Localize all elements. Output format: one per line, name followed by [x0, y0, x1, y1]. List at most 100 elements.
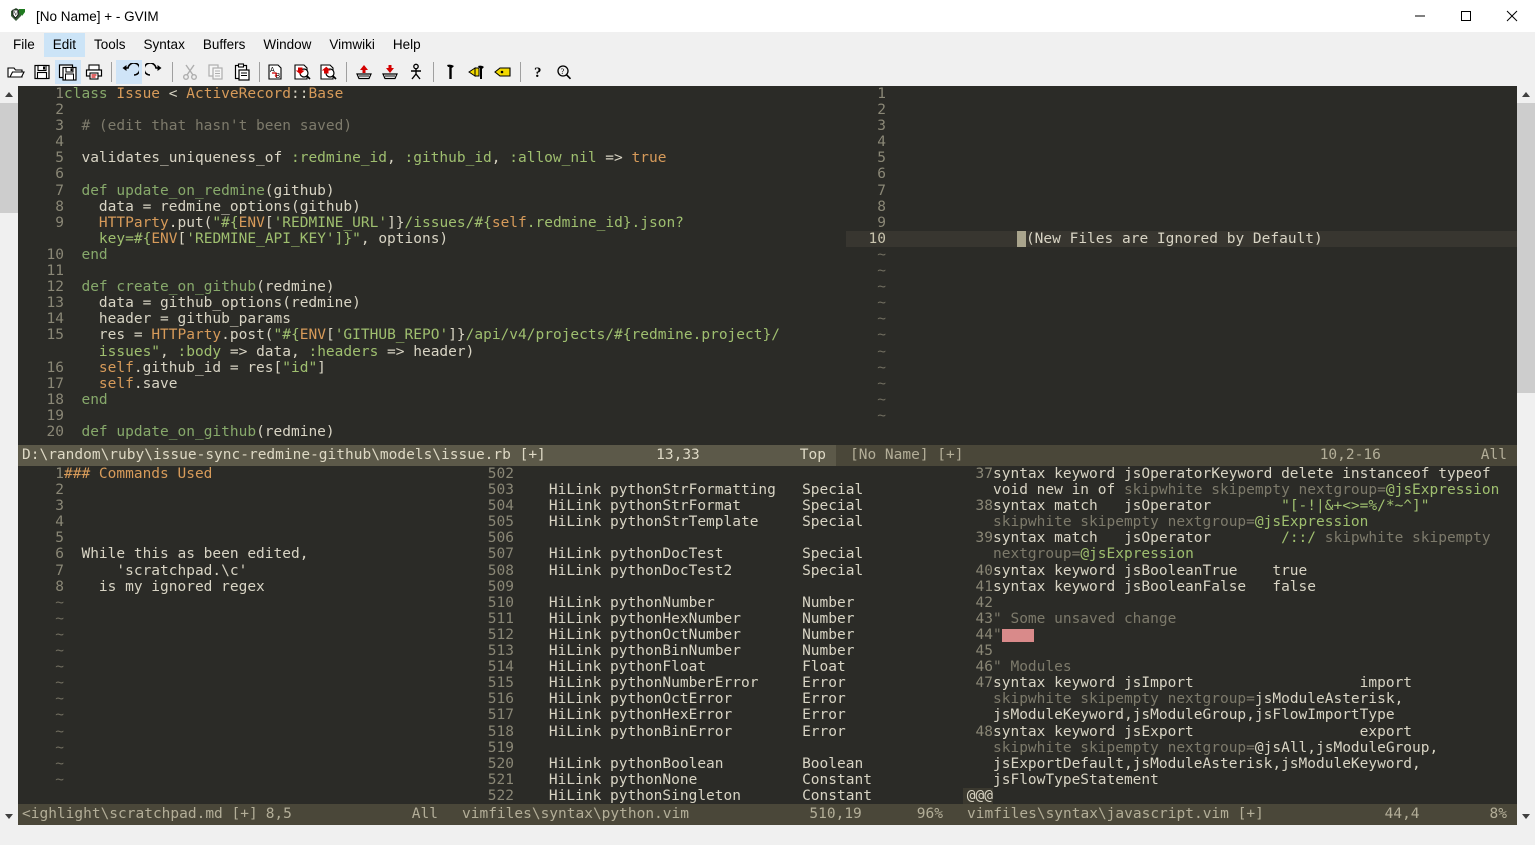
scrollbar-up-arrow[interactable]: [0, 86, 18, 103]
menu-item-vimwiki[interactable]: Vimwiki: [320, 33, 384, 57]
python-vim-text[interactable]: 502 503 HiLink pythonStrFormatting Specia…: [458, 466, 953, 804]
empty-line-marker: ~: [846, 279, 1517, 295]
code-token: Issue: [116, 86, 161, 102]
tilde-icon: ~: [877, 246, 886, 263]
toolbar-separator-2: [168, 60, 177, 84]
menu-item-syntax[interactable]: Syntax: [135, 33, 194, 57]
save-all-icon[interactable]: [55, 60, 81, 84]
open-file-icon[interactable]: [3, 60, 29, 84]
code-token: " Modules: [993, 659, 1072, 676]
right-scrollbar-up-arrow[interactable]: [1517, 86, 1535, 103]
code-line: 522 HiLink pythonSingleton Constant: [458, 788, 953, 804]
issue-rb-pane[interactable]: 1class Issue < ActiveRecord::Base 2 3 # (e…: [18, 86, 836, 445]
find-next-icon[interactable]: [290, 60, 316, 84]
code-token: =>: [596, 150, 632, 167]
code-line: skipwhite skipempty nextgroup=@jsExpress…: [963, 514, 1517, 530]
tilde-icon: ~: [877, 311, 886, 328]
help-icon[interactable]: ?: [525, 60, 551, 84]
line-number: 37: [975, 466, 993, 482]
menu-item-file[interactable]: File: [4, 33, 44, 57]
redo-icon[interactable]: [142, 60, 168, 84]
find-prev-icon[interactable]: [316, 60, 342, 84]
code-line: 1: [846, 86, 1517, 102]
status-javascript-vim[interactable]: vimfiles\syntax\javascript.vim [+] 44,4 …: [963, 803, 1517, 825]
line-number: 7: [877, 182, 886, 199]
code-line: 46" Modules: [963, 659, 1517, 675]
status-python-vim[interactable]: vimfiles\syntax\python.vim 510,19 96%: [458, 803, 953, 825]
save-icon[interactable]: [29, 60, 55, 84]
line-number: 3: [877, 118, 886, 135]
status-no-name-file: [No Name] [+]: [850, 447, 964, 463]
code-line: 47syntax keyword jsImport import: [963, 675, 1517, 691]
javascript-vim-pane[interactable]: 37syntax keyword jsOperatorKeyword delet…: [963, 466, 1517, 804]
line-number: 512: [487, 626, 514, 643]
maximize-button[interactable]: [1443, 0, 1489, 32]
python-vim-pane[interactable]: 502 503 HiLink pythonStrFormatting Specia…: [458, 466, 953, 804]
status-no-name[interactable]: [No Name] [+] 10,2-16 All: [846, 445, 1517, 466]
code-token: => data,: [221, 343, 309, 360]
vertical-split-top[interactable]: [836, 86, 846, 445]
load-session-icon[interactable]: [351, 60, 377, 84]
cut-icon[interactable]: [177, 60, 203, 84]
javascript-vim-text[interactable]: 37syntax keyword jsOperatorKeyword delet…: [963, 466, 1517, 804]
print-icon[interactable]: [81, 60, 107, 84]
error-highlight: [1001, 628, 1034, 642]
menu-item-buffers[interactable]: Buffers: [194, 33, 255, 57]
code-token: @jsExpression: [1254, 514, 1369, 531]
scrollbar-thumb-ruby[interactable]: [0, 103, 18, 213]
copy-icon[interactable]: [203, 60, 229, 84]
right-scrollbar-column[interactable]: [1517, 86, 1535, 825]
build-tags-icon[interactable]: [464, 60, 490, 84]
no-name-pane[interactable]: 1 2 3 4 5 6 7 8 9 10 (New Files are Ignored by De…: [846, 86, 1517, 445]
menu-item-tools[interactable]: Tools: [85, 33, 135, 57]
code-token: , options): [360, 230, 449, 247]
left-scrollbar-column[interactable]: [0, 86, 18, 825]
code-line: 2: [18, 482, 448, 498]
right-scrollbar-down-arrow[interactable]: [1517, 808, 1535, 825]
jump-tag-icon[interactable]: [490, 60, 516, 84]
menu-item-help[interactable]: Help: [384, 33, 430, 57]
search-help-icon[interactable]: ?: [551, 60, 577, 84]
status-python-vim-percent: 96%: [916, 805, 943, 822]
empty-line-marker: ~: [18, 772, 448, 788]
make-icon[interactable]: [438, 60, 464, 84]
no-name-text[interactable]: 1 2 3 4 5 6 7 8 9 10 (New Files are Ignored by De…: [846, 86, 1517, 445]
line-number: 39: [975, 530, 993, 547]
scratchpad-md-text[interactable]: 1### Commands Used 2 3 4 5 6 While this as be…: [18, 466, 448, 804]
save-session-icon[interactable]: [377, 60, 403, 84]
code-token: data = github_options(redmine): [64, 295, 361, 312]
menu-item-window[interactable]: Window: [254, 33, 320, 57]
svg-text:V: V: [14, 11, 19, 17]
vertical-split-bottom-2[interactable]: [953, 466, 963, 804]
code-token: self: [491, 214, 527, 231]
menu-item-edit[interactable]: Edit: [43, 33, 86, 57]
status-scratchpad-md[interactable]: <ighlight\scratchpad.md [+] 8,5 All: [18, 803, 448, 825]
vertical-split-bottom-1[interactable]: [448, 466, 458, 804]
line-number: 48: [975, 723, 993, 740]
undo-icon[interactable]: [116, 60, 142, 84]
code-text: syntax keyword jsImport import: [993, 675, 1412, 691]
code-line: 509: [458, 579, 953, 595]
code-token: validates_uniqueness_of: [64, 150, 291, 167]
code-text: validates_uniqueness_of :redmine_id, :gi…: [64, 150, 666, 166]
status-issue-rb[interactable]: D:\random\ruby\issue-sync-redmine-github…: [18, 445, 836, 466]
scrollbar-down-arrow[interactable]: [0, 808, 18, 825]
code-text: key=#{ENV['REDMINE_API_KEY']}", options): [64, 231, 448, 247]
status-javascript-vim-position: 44,4: [1384, 805, 1420, 822]
status-scratchpad-md-file: <ighlight\scratchpad.md [+]: [22, 805, 258, 822]
code-text: issues", :body => data, :headers => head…: [64, 344, 474, 360]
tilde-icon: ~: [55, 626, 64, 643]
paste-icon[interactable]: [229, 60, 255, 84]
scratchpad-md-pane[interactable]: 1### Commands Used 2 3 4 5 6 While this as be…: [18, 466, 448, 804]
issue-rb-text[interactable]: 1class Issue < ActiveRecord::Base 2 3 # (e…: [18, 86, 836, 445]
minimize-button[interactable]: [1397, 0, 1443, 32]
code-line: 20 def update_on_github(redmine): [18, 424, 836, 440]
run-script-icon[interactable]: [403, 60, 429, 84]
right-scrollbar-thumb-noname[interactable]: [1517, 103, 1535, 393]
find-replace-icon[interactable]: AB: [264, 60, 290, 84]
code-line: skipwhite skipempty nextgroup=@jsAll,jsM…: [963, 740, 1517, 756]
vim-editor-area: 1class Issue < ActiveRecord::Base 2 3 # (e…: [0, 86, 1535, 825]
code-line: 19: [18, 408, 836, 424]
close-button[interactable]: [1489, 0, 1535, 32]
